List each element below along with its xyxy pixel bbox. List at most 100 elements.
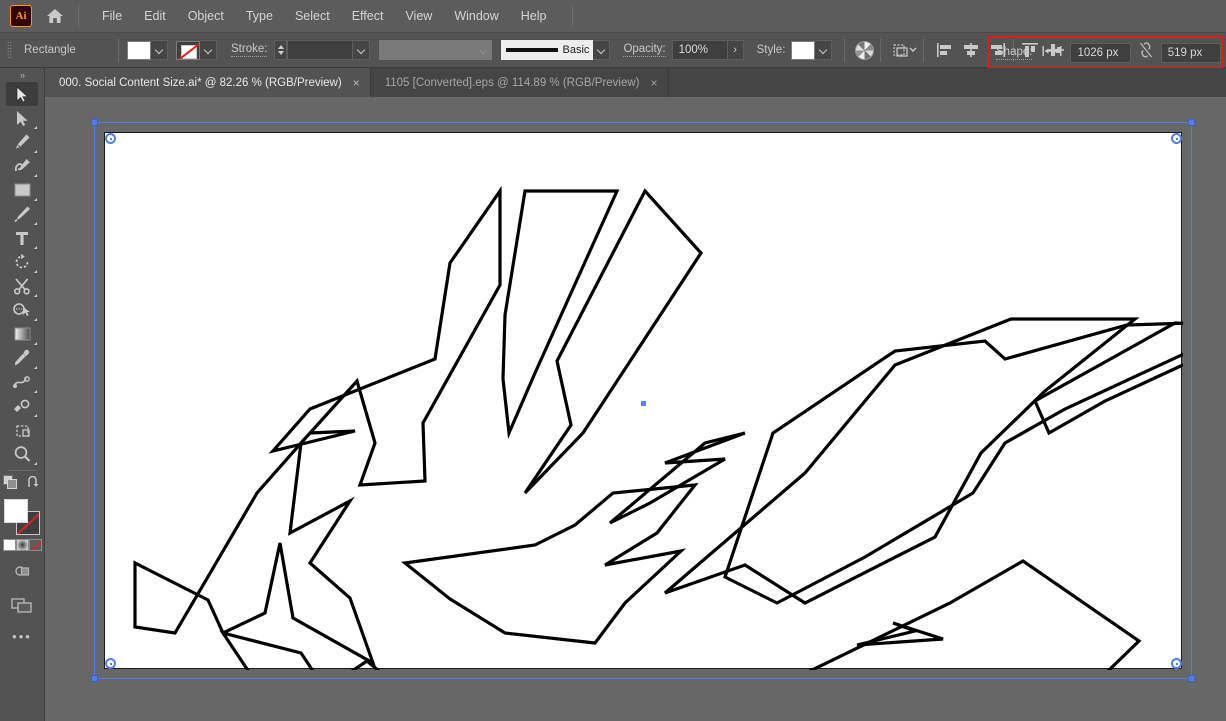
blend-tool[interactable] <box>6 370 38 394</box>
stroke-swatch-none[interactable] <box>176 40 200 60</box>
home-icon[interactable] <box>46 7 64 25</box>
selection-type-label: Rectangle <box>24 44 76 56</box>
none-icon[interactable] <box>28 539 42 551</box>
document-tab-bar: 000. Social Content Size.ai* @ 82.26 % (… <box>0 68 1226 97</box>
zoom-tool[interactable] <box>6 442 38 466</box>
stroke-weight-stepper[interactable] <box>274 40 288 60</box>
stroke-color-dropdown-button[interactable] <box>200 40 217 60</box>
menu-item-effect[interactable]: Effect <box>341 5 395 27</box>
selection-tool[interactable] <box>6 82 38 106</box>
fill-dropdown-button[interactable] <box>151 40 168 60</box>
scissors-tool[interactable] <box>6 274 38 298</box>
close-icon[interactable]: × <box>651 77 658 89</box>
divider <box>923 38 925 62</box>
chevron-down-icon <box>205 47 212 54</box>
fill-color-indicator[interactable] <box>4 499 28 523</box>
brush-stroke-preview-icon <box>506 48 559 52</box>
chevron-down-icon <box>156 47 163 54</box>
change-screen-mode-icon[interactable] <box>11 597 33 619</box>
stroke-weight-label[interactable]: Stroke: <box>231 43 268 57</box>
menu-item-file[interactable]: File <box>91 5 133 27</box>
menu-item-view[interactable]: View <box>394 5 443 27</box>
tool-flyout-indicator-icon <box>34 294 37 297</box>
chevron-down-icon <box>820 47 827 54</box>
shape-label: Shape: <box>996 45 1033 60</box>
link-broken-icon[interactable] <box>1138 41 1154 64</box>
stroke-weight-input[interactable] <box>287 40 354 60</box>
tab-title: 1105 [Converted].eps @ 114.89 % (RGB/Pre… <box>384 76 640 89</box>
selection-handle-top-right[interactable] <box>1188 119 1195 126</box>
default-fill-stroke-icon[interactable] <box>3 475 18 495</box>
selection-handle-top-left[interactable] <box>91 119 98 126</box>
control-bar-grip[interactable] <box>7 41 12 59</box>
canvas-area[interactable] <box>45 97 1226 721</box>
gradient-tool[interactable] <box>6 322 38 346</box>
menu-item-window[interactable]: Window <box>443 5 509 27</box>
document-tab-inactive[interactable]: 1105 [Converted].eps @ 114.89 % (RGB/Pre… <box>370 68 669 97</box>
eyedropper-tool[interactable] <box>6 346 38 370</box>
pen-tool[interactable] <box>6 130 38 154</box>
brush-definition-dropdown-button[interactable] <box>593 40 611 60</box>
shape-height-input[interactable]: 519 px <box>1160 42 1221 63</box>
graphic-style-label: Style: <box>756 44 786 56</box>
arrange-objects-button[interactable] <box>889 39 919 61</box>
tool-flyout-indicator-icon <box>34 246 37 249</box>
shape-width-input[interactable]: 1026 px <box>1070 42 1131 63</box>
fill-swatch[interactable] <box>127 40 151 60</box>
artboard-corner-top-right <box>1171 133 1182 144</box>
variable-width-dropdown-button[interactable] <box>475 40 493 60</box>
stroke-weight-dropdown-button[interactable] <box>353 40 371 60</box>
curvature-tool[interactable] <box>6 154 38 178</box>
opacity-options-button[interactable]: › <box>727 40 744 60</box>
color-swatch-icon[interactable] <box>2 539 16 551</box>
fill-stroke-indicator[interactable] <box>4 499 40 535</box>
tool-flyout-indicator-icon <box>34 366 37 369</box>
artboard-tool[interactable] <box>6 418 38 442</box>
recolor-artwork-button[interactable] <box>853 39 875 61</box>
selection-handle-bottom-right[interactable] <box>1188 675 1195 682</box>
tool-flyout-indicator-icon <box>34 270 37 273</box>
menu-item-select[interactable]: Select <box>284 5 341 27</box>
graphic-style-dropdown-button[interactable] <box>815 40 833 60</box>
menu-item-help[interactable]: Help <box>510 5 558 27</box>
selection-handle-bottom-left[interactable] <box>91 675 98 682</box>
brush-definition-control[interactable]: Basic <box>501 40 594 60</box>
close-icon[interactable]: × <box>353 77 360 89</box>
chevron-down-icon <box>358 47 365 54</box>
gradient-icon[interactable] <box>15 539 29 551</box>
fill-control[interactable] <box>127 40 168 60</box>
graphic-style-swatch[interactable] <box>791 40 816 60</box>
chevron-down-icon <box>480 47 487 54</box>
rectangle-tool[interactable] <box>6 178 38 202</box>
align-horizontal-center-button[interactable] <box>958 39 984 61</box>
tool-flyout-indicator-icon <box>34 318 37 321</box>
document-tab-active[interactable]: 000. Social Content Size.ai* @ 82.26 % (… <box>45 68 371 97</box>
rotate-tool[interactable] <box>6 250 38 274</box>
paintbrush-tool[interactable] <box>6 202 38 226</box>
stroke-color-control[interactable] <box>176 40 217 60</box>
tool-flyout-indicator-icon <box>34 174 37 177</box>
swap-fill-stroke-icon[interactable] <box>27 475 41 494</box>
opacity-label[interactable]: Opacity: <box>623 43 666 57</box>
menu-item-type[interactable]: Type <box>235 5 284 27</box>
direct-selection-tool[interactable] <box>6 106 38 130</box>
divider <box>844 38 846 62</box>
align-left-button[interactable] <box>932 39 958 61</box>
drawing-modes-icon[interactable] <box>13 563 31 584</box>
tools-panel: » ••• <box>0 68 45 721</box>
menu-item-object[interactable]: Object <box>177 5 235 27</box>
symbol-sprayer-tool[interactable] <box>6 394 38 418</box>
opacity-input[interactable]: 100% <box>671 40 728 60</box>
recolor-artwork-icon <box>854 40 874 60</box>
shape-builder-tool[interactable] <box>6 298 38 322</box>
double-chevron-right-icon[interactable]: » <box>0 68 44 82</box>
app-logo-icon[interactable]: Ai <box>10 5 32 27</box>
type-tool[interactable] <box>6 226 38 250</box>
variable-width-profile-input[interactable] <box>379 40 476 60</box>
edit-toolbar-icon[interactable]: ••• <box>12 629 32 644</box>
graphic-style-control[interactable] <box>791 40 833 60</box>
menu-item-edit[interactable]: Edit <box>133 5 177 27</box>
tool-flyout-indicator-icon <box>34 150 37 153</box>
divider <box>118 38 119 62</box>
menu-divider-right <box>571 5 573 27</box>
